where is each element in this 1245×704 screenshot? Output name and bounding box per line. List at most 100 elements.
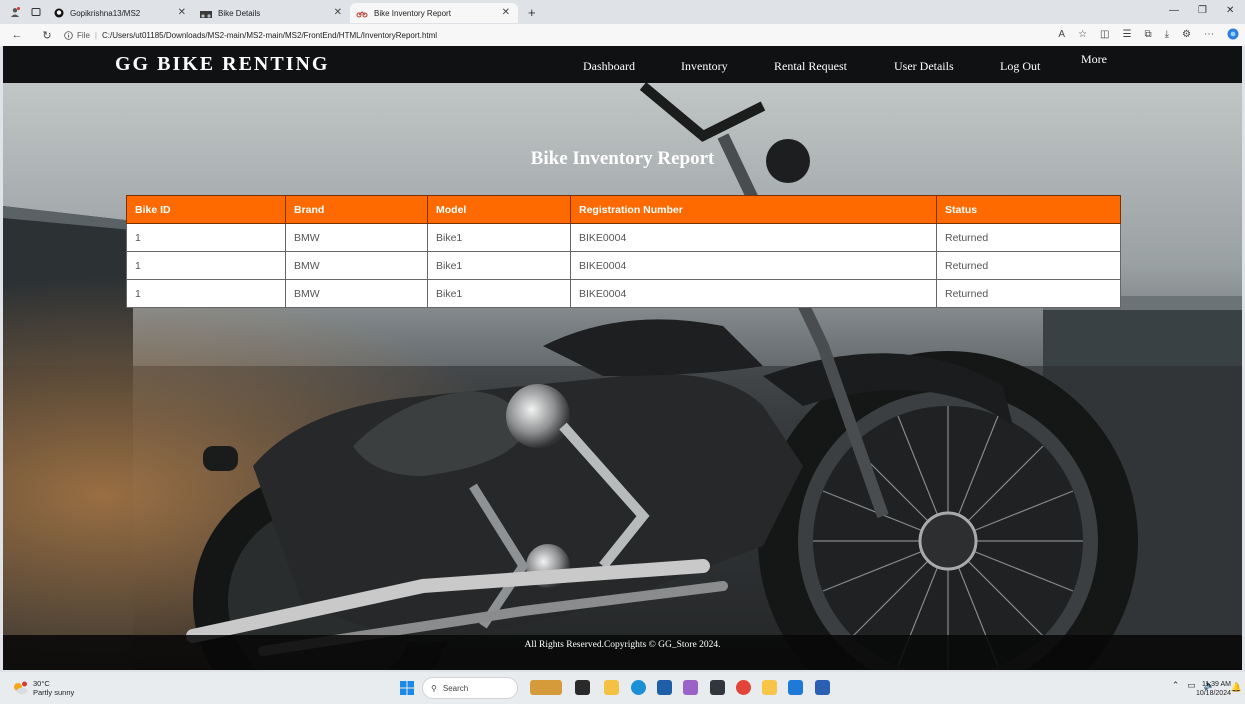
partly-sunny-icon (14, 681, 28, 695)
page-viewport: GG BIKE RENTING Dashboard Inventory Rent… (3, 46, 1242, 670)
tab-bike-details[interactable]: Bike Details ✕ (194, 3, 350, 23)
clock-time: 11:39 AM (1201, 681, 1231, 688)
column-header: Bike ID (126, 195, 286, 224)
motorcycle-background-image (3, 46, 1242, 670)
url-separator: | (94, 30, 97, 40)
new-tab-icon[interactable]: + (528, 5, 536, 20)
refresh-icon[interactable]: ↻ (40, 29, 54, 42)
cell-brand: BMW (285, 251, 428, 280)
minimize-icon[interactable]: — (1169, 5, 1179, 16)
vscode-icon[interactable] (788, 680, 803, 695)
profile-icon[interactable] (9, 6, 21, 18)
info-icon[interactable] (64, 30, 73, 40)
table-row: 1 BMW Bike1 BIKE0004 Returned (126, 223, 1121, 252)
cell-status: Returned (936, 279, 1121, 308)
cell-brand: BMW (285, 223, 428, 252)
column-header: Model (427, 195, 571, 224)
close-tab-icon[interactable]: ✕ (502, 7, 510, 18)
search-label: Search (442, 683, 469, 693)
taskbar-search[interactable]: ⚲ Search (422, 677, 518, 699)
motorbike-favicon-icon (356, 11, 368, 18)
notification-bell-icon[interactable]: 🔔 (1231, 682, 1242, 693)
nav-rental-request[interactable]: Rental Request (774, 59, 847, 74)
tab-github[interactable]: Gopikrishna13/MS2 ✕ (48, 3, 194, 23)
cell-bike-id: 1 (126, 279, 286, 308)
task-view-icon[interactable] (575, 680, 590, 695)
copilot-icon[interactable] (1227, 28, 1239, 40)
windows-start-icon[interactable] (400, 681, 414, 695)
weather-temp: 30°C (33, 679, 50, 688)
cell-registration: BIKE0004 (570, 223, 937, 252)
url-field[interactable]: File | C:/Users/ut01185/Downloads/MS2-ma… (64, 27, 999, 43)
nav-inventory[interactable]: Inventory (681, 59, 728, 74)
visual-studio-icon[interactable] (683, 680, 698, 695)
cell-model: Bike1 (427, 223, 571, 252)
favorite-star-icon[interactable]: ☆ (1078, 29, 1087, 40)
file-explorer-icon[interactable] (604, 680, 619, 695)
nav-dashboard[interactable]: Dashboard (583, 59, 635, 74)
url-text: C:/Users/ut01185/Downloads/MS2-main/MS2-… (101, 30, 438, 40)
inventory-table: Bike ID Brand Model Registration Number … (126, 195, 1121, 308)
restore-icon[interactable]: ❐ (1198, 5, 1207, 16)
split-screen-icon[interactable]: ◫ (1100, 29, 1109, 40)
terminal-app-icon[interactable] (710, 680, 725, 695)
page-footer: All Rights Reserved.Copyrights © GG_Stor… (3, 635, 1242, 670)
search-icon: ⚲ (431, 683, 437, 693)
close-window-icon[interactable]: ✕ (1226, 5, 1234, 16)
display-icon[interactable]: ▭ (1187, 680, 1196, 691)
file-label: File (77, 30, 90, 40)
cell-bike-id: 1 (126, 223, 286, 252)
cell-bike-id: 1 (126, 251, 286, 280)
table-row: 1 BMW Bike1 BIKE0004 Returned (126, 251, 1121, 280)
tab-title: Bike Inventory Report (374, 8, 451, 18)
weather-widget[interactable]: 30°C Partly sunny (12, 679, 74, 697)
cell-brand: BMW (285, 279, 428, 308)
edge-browser-icon[interactable] (631, 680, 646, 695)
close-tab-icon[interactable]: ✕ (334, 7, 342, 18)
read-aloud-icon[interactable]: A (1058, 29, 1065, 40)
cell-model: Bike1 (427, 251, 571, 280)
brand-logo[interactable]: GG BIKE RENTING (115, 53, 329, 76)
table-header-row: Bike ID Brand Model Registration Number … (126, 195, 1121, 224)
windows-taskbar: 30°C Partly sunny ⚲ Search ⌃ ▭ 🔈 11:39 A… (0, 672, 1245, 704)
cell-status: Returned (936, 251, 1121, 280)
extensions-icon[interactable]: ⚙ (1182, 29, 1191, 40)
browser-toolbar-icons: A ☆ ◫ ☰ ⧉ ⤓ ⚙ ⋯ (1058, 28, 1239, 40)
more-options-icon[interactable]: ⋯ (1204, 29, 1214, 40)
store-app-icon[interactable] (657, 680, 672, 695)
nav-user-details[interactable]: User Details (894, 59, 954, 74)
chrome-browser-icon[interactable] (736, 680, 751, 695)
chevron-up-icon[interactable]: ⌃ (1172, 680, 1180, 691)
widgets-app-icon[interactable] (530, 680, 562, 695)
cell-model: Bike1 (427, 279, 571, 308)
tab-inventory-report[interactable]: Bike Inventory Report ✕ (350, 3, 518, 23)
clock-date: 10/18/2024 (1195, 690, 1231, 697)
cell-registration: BIKE0004 (570, 279, 937, 308)
address-bar: ← ↻ File | C:/Users/ut01185/Downloads/MS… (0, 24, 1245, 46)
table-row: 1 BMW Bike1 BIKE0004 Returned (126, 279, 1121, 308)
taskbar-clock[interactable]: 11:39 AM 10/18/2024 (1196, 680, 1231, 698)
column-header: Status (936, 195, 1121, 224)
paint-app-icon[interactable] (762, 680, 777, 695)
cell-status: Returned (936, 223, 1121, 252)
page-title: Bike Inventory Report (530, 148, 715, 169)
copyright-text: All Rights Reserved.Copyrights © GG_Stor… (524, 640, 721, 650)
back-icon[interactable]: ← (10, 29, 24, 41)
collections-icon[interactable]: ⧉ (1144, 29, 1151, 40)
bike-favicon-icon (200, 11, 212, 18)
tab-title: Gopikrishna13/MS2 (70, 8, 141, 18)
close-tab-icon[interactable]: ✕ (178, 7, 186, 18)
weather-desc: Partly sunny (33, 688, 75, 697)
favorites-icon[interactable]: ☰ (1123, 29, 1132, 40)
github-icon (54, 8, 64, 18)
column-header: Registration Number (570, 195, 937, 224)
word-app-icon[interactable] (815, 680, 830, 695)
top-navbar: GG BIKE RENTING Dashboard Inventory Rent… (3, 46, 1242, 83)
tab-actions-icon[interactable] (30, 6, 42, 18)
nav-more[interactable]: More (1081, 52, 1107, 67)
column-header: Brand (285, 195, 428, 224)
downloads-icon[interactable]: ⤓ (1165, 29, 1169, 40)
browser-tab-bar: Gopikrishna13/MS2 ✕ Bike Details ✕ Bike … (0, 0, 1245, 24)
nav-log-out[interactable]: Log Out (1000, 59, 1040, 74)
cell-registration: BIKE0004 (570, 251, 937, 280)
